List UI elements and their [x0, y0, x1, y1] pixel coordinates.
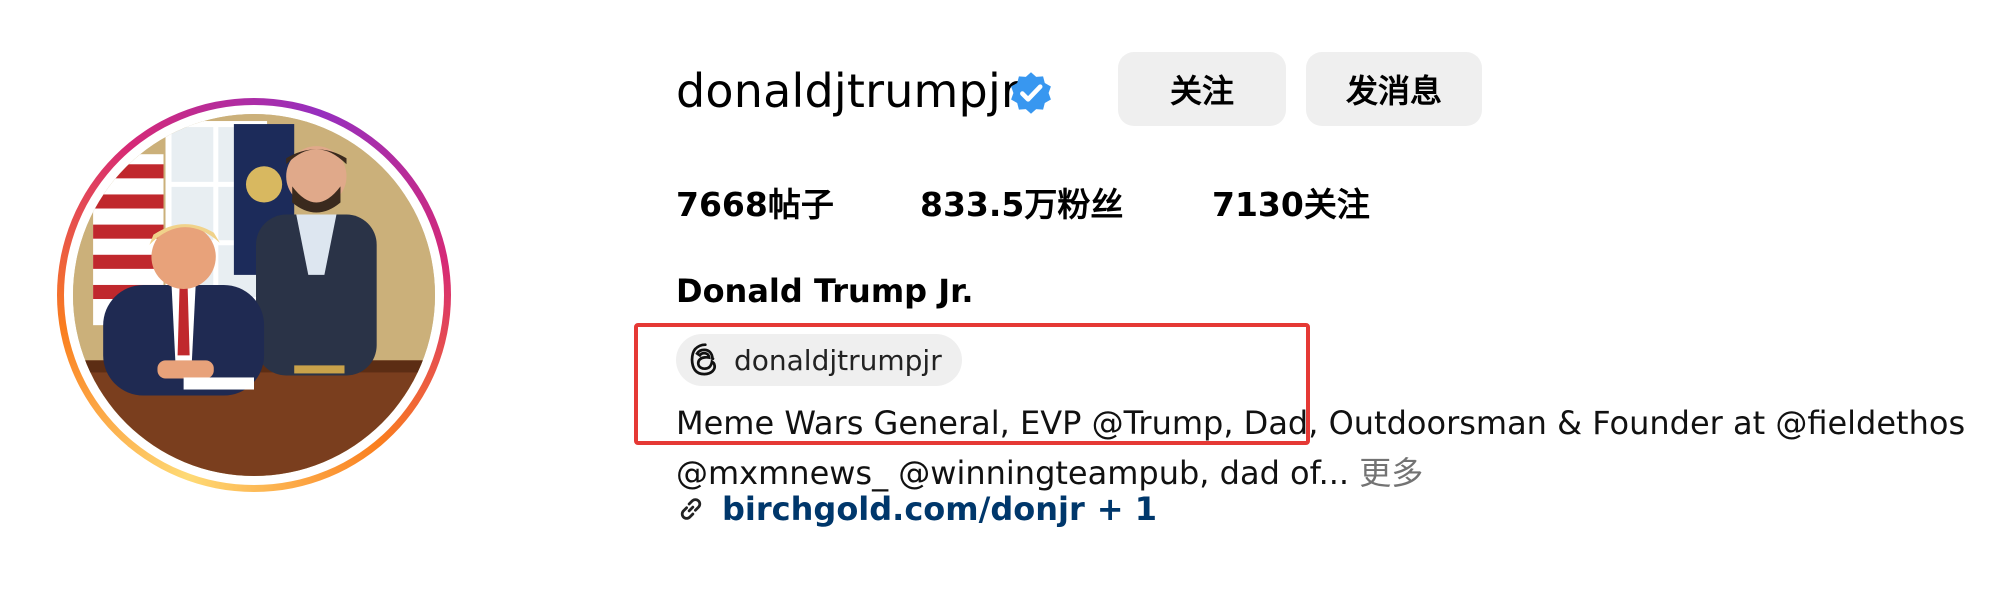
- threads-icon: [690, 343, 716, 376]
- avatar-photo: [73, 114, 435, 476]
- following-count[interactable]: 7130关注: [1212, 178, 1370, 226]
- profile-link-url[interactable]: birchgold.com/donjr: [722, 490, 1085, 528]
- message-button[interactable]: 发消息: [1306, 52, 1482, 126]
- verified-badge-icon: [1011, 72, 1051, 114]
- bio-line-2-text: @mxmnews_ @winningteampub, dad of...: [676, 454, 1350, 492]
- profile-link-extra[interactable]: + 1: [1097, 490, 1157, 528]
- follow-button[interactable]: 关注: [1118, 52, 1286, 126]
- profile-page: donaldjtrumpjr 关注 发消息 7668帖子 833.5万粉丝 71…: [0, 0, 2008, 610]
- avatar-photo-image: [73, 114, 435, 476]
- threads-handle: donaldjtrumpjr: [734, 343, 942, 377]
- bio-more-link[interactable]: 更多: [1359, 454, 1423, 492]
- profile-avatar[interactable]: [57, 98, 451, 492]
- profile-full-name: Donald Trump Jr.: [676, 272, 974, 310]
- link-icon: [680, 498, 702, 520]
- threads-badge[interactable]: donaldjtrumpjr: [676, 334, 962, 386]
- bio-line-2: @mxmnews_ @winningteampub, dad of... 更多: [676, 448, 1423, 494]
- posts-count: 7668帖子: [676, 185, 834, 224]
- followers-count[interactable]: 833.5万粉丝: [920, 178, 1123, 226]
- profile-username: donaldjtrumpjr: [676, 64, 1021, 118]
- bio-line-1: Meme Wars General, EVP @Trump, Dad, Outd…: [676, 404, 1966, 442]
- profile-link[interactable]: birchgold.com/donjr + 1: [676, 490, 1157, 528]
